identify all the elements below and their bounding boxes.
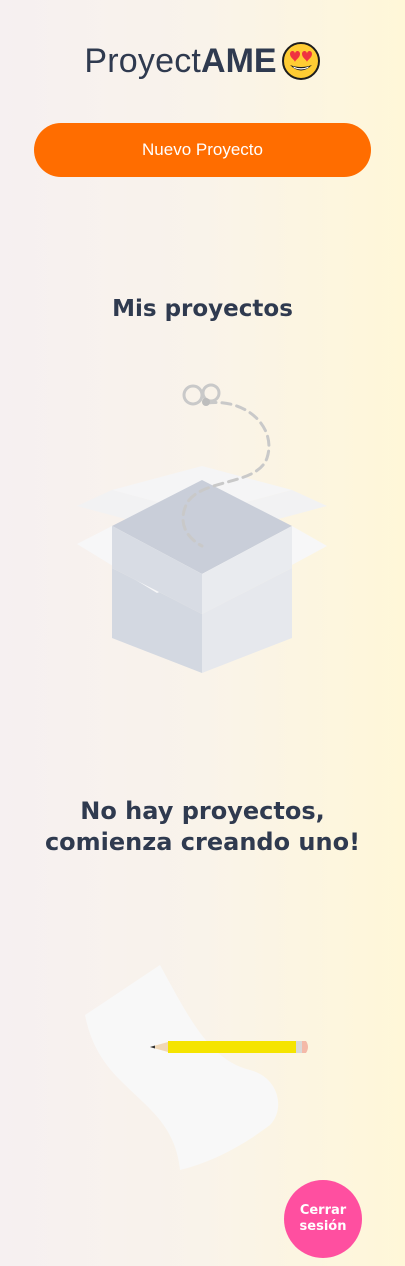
logout-button[interactable]: Cerrar sesión xyxy=(284,1180,362,1258)
empty-box-icon xyxy=(72,378,332,678)
empty-projects-message: No hay proyectos, comienza creando uno! xyxy=(44,797,361,856)
projects-heading: Mis proyectos xyxy=(112,296,293,322)
new-project-button[interactable]: Nuevo Proyecto xyxy=(34,123,371,177)
paper-pencil-icon xyxy=(80,960,320,1180)
heart-eyes-emoji-icon xyxy=(281,41,321,81)
logo-text-light: Proyect xyxy=(84,41,202,80)
logo-text-bold: AME xyxy=(201,41,277,80)
logout-button-label: Cerrar sesión xyxy=(299,1203,347,1234)
app-logo: Proyect AME xyxy=(0,36,405,86)
